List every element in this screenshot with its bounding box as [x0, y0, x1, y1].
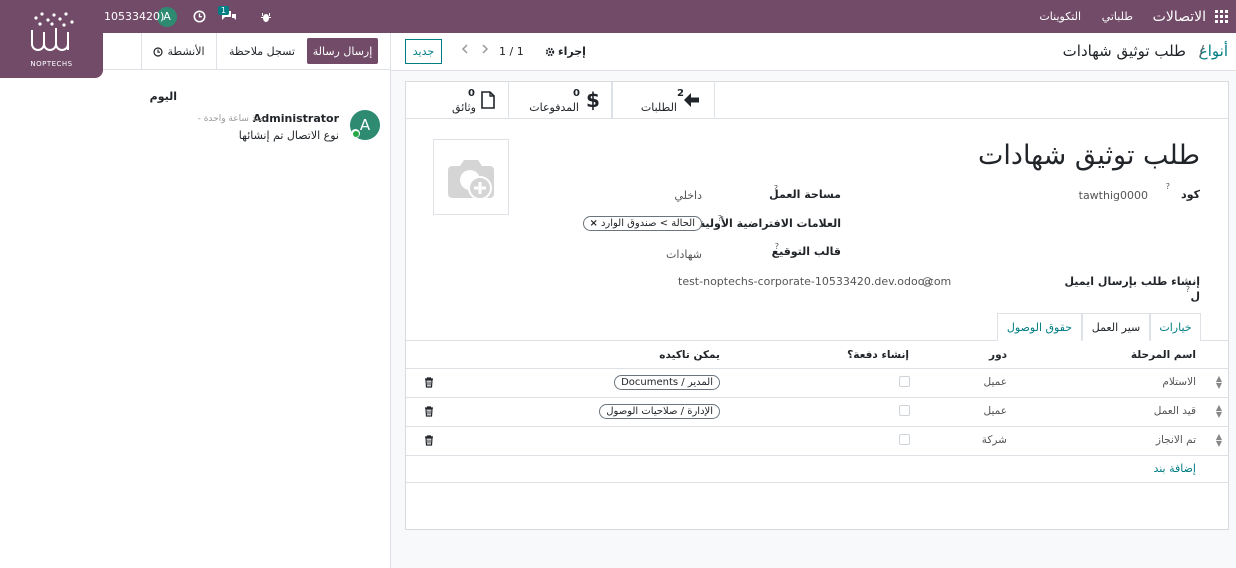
default-tag-badge[interactable]: × الحالة > صندوق الوارد — [582, 216, 702, 231]
drag-handle-icon[interactable]: ▲ ▼ — [1216, 404, 1222, 419]
create-payment-checkbox[interactable] — [899, 434, 910, 445]
message-count-badge: 1 — [218, 6, 230, 15]
message-body: نوع الاتصال تم إنشائها — [238, 129, 339, 142]
noptechs-logo-icon — [30, 12, 74, 51]
email-alias-label: إنشاء طلب بإرسال ايميل — [1064, 275, 1200, 288]
chevron-left-icon — [461, 44, 468, 54]
stage-name-cell[interactable]: الاستلام — [1162, 376, 1196, 388]
smart-button-payments[interactable]: $ 0 المدفوعات — [509, 82, 612, 119]
app-name[interactable]: الاتصالات — [1153, 0, 1206, 33]
arrow-left-icon — [684, 93, 699, 107]
date-separator: اليوم — [149, 90, 177, 103]
online-status-dot — [352, 130, 359, 137]
email-help-icon[interactable]: ? — [1186, 285, 1190, 294]
trash-icon[interactable] — [424, 435, 434, 446]
clock-icon — [153, 46, 164, 57]
activities-button[interactable]: الأنشطة — [141, 33, 217, 70]
tab-workflow[interactable]: سير العمل — [1082, 313, 1150, 341]
role-cell[interactable]: عميل — [984, 376, 1007, 388]
column-header-confirm[interactable]: يمكن تاكيده — [659, 349, 720, 361]
drag-handle-icon[interactable]: ▲ ▼ — [1216, 375, 1222, 390]
signature-help-icon[interactable]: ? — [775, 242, 779, 251]
tab-options[interactable]: خيارات — [1150, 313, 1201, 341]
table-row[interactable]: ▲ ▼ الاستلام عميل Documents / المدير — [406, 369, 1228, 397]
record-title[interactable]: طلب توثيق شهادات — [978, 140, 1200, 171]
table-row[interactable]: ▲ ▼ تم الانجاز شركة — [406, 427, 1228, 455]
code-label: كود — [1181, 188, 1200, 201]
code-field[interactable]: tawthig0000 — [1079, 189, 1148, 202]
control-panel: أنواع / طلب توثيق شهادات إجراء 1 / 1 جدي… — [391, 33, 1236, 71]
action-menu-button[interactable]: إجراء — [545, 45, 586, 58]
add-line-link[interactable]: إضافة بند — [1153, 462, 1196, 475]
confirm-group-tag[interactable]: Documents / المدير — [614, 375, 720, 390]
pager-value[interactable]: 1 / 1 — [499, 45, 524, 58]
create-payment-checkbox[interactable] — [899, 405, 910, 416]
message-time: - منذ ساعة واحدة — [197, 114, 264, 124]
tab-access-rights[interactable]: حقوق الوصول — [997, 313, 1082, 341]
grid-icon — [1215, 10, 1228, 23]
form-view: أنواع / طلب توثيق شهادات إجراء 1 / 1 جدي… — [391, 33, 1236, 568]
smart-button-documents[interactable]: 0 وثائق — [406, 82, 509, 119]
log-note-button[interactable]: تسجل ملاحظة — [222, 38, 302, 64]
document-icon — [481, 91, 495, 109]
code-help-icon[interactable]: ? — [1166, 182, 1170, 191]
trash-icon[interactable] — [424, 406, 434, 417]
dollar-icon: $ — [586, 88, 600, 112]
default-tags-help-icon[interactable]: ? — [718, 214, 722, 223]
column-header-payment[interactable]: إنشاء دفعة؟ — [847, 349, 909, 361]
menu-item-my-requests[interactable]: طلباتي — [1102, 0, 1133, 33]
create-payment-checkbox[interactable] — [899, 376, 910, 387]
chevron-right-icon — [482, 44, 489, 54]
breadcrumb-separator: / — [1198, 42, 1204, 60]
company-switcher[interactable]: 10533420) — [104, 0, 164, 33]
logo-text: NOPTECHS — [30, 60, 73, 68]
stage-name-cell[interactable]: قيد العمل — [1154, 405, 1196, 417]
messaging-menu[interactable]: 1 — [218, 0, 237, 33]
chatter-panel: إرسال رسالة تسجل ملاحظة الأنشطة اليوم A … — [0, 33, 391, 568]
trash-icon[interactable] — [424, 377, 434, 388]
email-alias-label-2: ل — [1190, 290, 1200, 303]
signature-template-field[interactable]: شهادات — [666, 248, 702, 261]
role-cell[interactable]: عميل — [984, 405, 1007, 417]
send-message-button[interactable]: إرسال رسالة — [307, 38, 378, 64]
column-header-role[interactable]: دور — [989, 349, 1007, 361]
image-upload-placeholder[interactable] — [433, 139, 509, 215]
menu-item-configuration[interactable]: التكوينات — [1039, 0, 1081, 33]
apps-menu-button[interactable] — [1215, 0, 1228, 33]
role-cell[interactable]: شركة — [982, 434, 1007, 446]
breadcrumb-current: طلب توثيق شهادات — [1062, 42, 1186, 60]
new-record-button[interactable]: جديد — [405, 39, 442, 64]
message-author[interactable]: Administrator — [253, 112, 339, 125]
signature-template-label: قالب التوقيع — [771, 245, 841, 258]
tag-remove-icon[interactable]: × — [590, 218, 598, 229]
workspace-label: مساحة العمل — [769, 188, 841, 201]
email-at-sign: @ — [922, 275, 933, 288]
form-sheet: 2 الطلبات $ 0 المدفوعات 0 وثائق طلب توثي… — [405, 81, 1229, 530]
pager-next-button[interactable] — [481, 43, 489, 55]
camera-add-icon — [448, 160, 494, 200]
workspace-help-icon[interactable]: ? — [774, 184, 778, 193]
company-logo: NOPTECHS — [0, 0, 103, 78]
column-header-stage[interactable]: اسم المرحلة — [1131, 349, 1196, 361]
confirm-group-tag[interactable]: الإدارة / صلاحيات الوصول — [599, 404, 720, 419]
activity-clock-icon[interactable] — [193, 0, 206, 33]
email-alias-domain: test-noptechs-corporate-10533420.dev.odo… — [678, 275, 952, 288]
stage-name-cell[interactable]: تم الانجاز — [1156, 434, 1196, 446]
smart-button-requests[interactable]: 2 الطلبات — [612, 82, 715, 119]
top-navbar: الاتصالات طلباتي التكوينات 1 A 10533420) — [0, 0, 1236, 33]
gear-icon — [545, 47, 555, 56]
workspace-field[interactable]: داخلي — [674, 189, 702, 202]
pager-prev-button[interactable] — [461, 43, 469, 55]
drag-handle-icon[interactable]: ▲ ▼ — [1216, 433, 1222, 448]
table-row[interactable]: ▲ ▼ قيد العمل عميل الإدارة / صلاحيات الوص… — [406, 398, 1228, 426]
debug-bug-icon[interactable] — [260, 0, 272, 33]
